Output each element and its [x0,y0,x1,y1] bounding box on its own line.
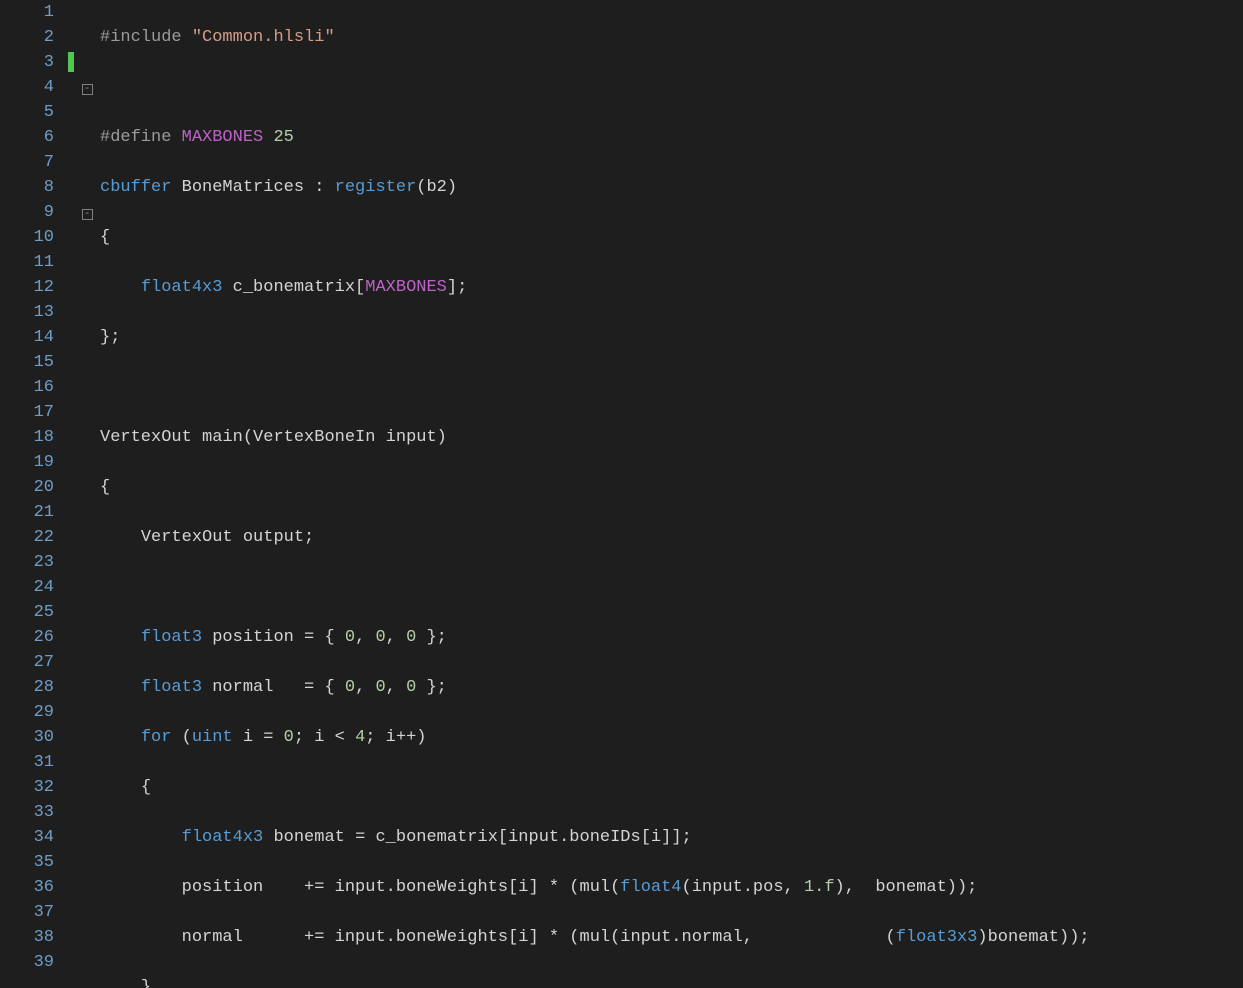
code-line[interactable]: VertexOut main(VertexBoneIn input) [100,425,1243,450]
code-line[interactable]: position += input.boneWeights[i] * (mul(… [100,875,1243,900]
macro-token: MAXBONES [182,128,274,147]
code-line[interactable]: float3 normal = { 0, 0, 0 }; [100,675,1243,700]
line-number: 18 [0,425,54,450]
code-line[interactable] [100,375,1243,400]
code-line[interactable]: VertexOut output; [100,525,1243,550]
line-number: 7 [0,150,54,175]
code-line[interactable]: { [100,475,1243,500]
preprocessor-token: #include [100,28,192,47]
line-number: 1 [0,0,54,25]
code-line[interactable]: for (uint i = 0; i < 4; i++) [100,725,1243,750]
line-number: 30 [0,725,54,750]
type-token: float4x3 [141,278,233,297]
line-number: 5 [0,100,54,125]
type-token: uint [192,728,243,747]
line-number: 10 [0,225,54,250]
line-number: 31 [0,750,54,775]
code-line[interactable] [100,575,1243,600]
type-token: VertexOut [100,428,202,447]
type-token: float4x3 [182,828,274,847]
code-line[interactable]: }; [100,325,1243,350]
type-token: float3 [141,678,212,697]
code-line[interactable]: float4x3 c_bonematrix[MAXBONES]; [100,275,1243,300]
keyword-token: register [335,178,417,197]
function-name: main [202,428,243,447]
line-number: 29 [0,700,54,725]
line-number: 28 [0,675,54,700]
line-number: 38 [0,925,54,950]
line-number: 21 [0,500,54,525]
line-number: 35 [0,850,54,875]
type-token: float3x3 [896,928,978,947]
keyword-token: for [141,728,182,747]
line-number: 15 [0,350,54,375]
modified-line-mark-icon [68,52,74,72]
line-number-gutter: 1 2 3 4 5 6 7 8 9 10 11 12 13 14 15 16 1… [0,0,68,988]
line-number: 26 [0,625,54,650]
string-token: "Common.hlsli" [192,28,335,47]
type-token: float3 [141,628,212,647]
code-line[interactable]: normal += input.boneWeights[i] * (mul(in… [100,925,1243,950]
identifier-token: BoneMatrices [182,178,315,197]
keyword-token: cbuffer [100,178,182,197]
macro-token: MAXBONES [365,278,447,297]
line-number: 2 [0,25,54,50]
code-line[interactable]: cbuffer BoneMatrices : register(b2) [100,175,1243,200]
line-number: 20 [0,475,54,500]
line-number: 23 [0,550,54,575]
line-number: 3 [0,50,54,75]
line-number: 17 [0,400,54,425]
line-number: 24 [0,575,54,600]
code-line[interactable]: float3 position = { 0, 0, 0 }; [100,625,1243,650]
line-number: 13 [0,300,54,325]
type-token: VertexOut [141,528,243,547]
line-number: 19 [0,450,54,475]
line-number: 9 [0,200,54,225]
code-line[interactable]: float4x3 bonemat = c_bonematrix[input.bo… [100,825,1243,850]
line-number: 36 [0,875,54,900]
line-number: 34 [0,825,54,850]
line-number: 22 [0,525,54,550]
line-number: 14 [0,325,54,350]
type-token: float4 [620,878,681,897]
code-line[interactable]: } [100,975,1243,988]
code-line[interactable]: #define MAXBONES 25 [100,125,1243,150]
code-line[interactable]: { [100,775,1243,800]
code-editor[interactable]: 1 2 3 4 5 6 7 8 9 10 11 12 13 14 15 16 1… [0,0,1243,988]
line-number: 33 [0,800,54,825]
preprocessor-token: #define [100,128,182,147]
modification-margin [68,0,78,988]
line-number: 6 [0,125,54,150]
code-line[interactable] [100,75,1243,100]
code-line[interactable]: { [100,225,1243,250]
number-token: 25 [273,128,293,147]
line-number: 32 [0,775,54,800]
fold-toggle-icon[interactable]: - [82,84,93,95]
line-number: 39 [0,950,54,975]
line-number: 4 [0,75,54,100]
line-number: 12 [0,275,54,300]
line-number: 11 [0,250,54,275]
line-number: 16 [0,375,54,400]
code-area[interactable]: #include "Common.hlsli" #define MAXBONES… [96,0,1243,988]
fold-gutter: - - [78,0,96,988]
code-line[interactable]: #include "Common.hlsli" [100,25,1243,50]
line-number: 27 [0,650,54,675]
line-number: 37 [0,900,54,925]
line-number: 8 [0,175,54,200]
line-number: 25 [0,600,54,625]
fold-toggle-icon[interactable]: - [82,209,93,220]
